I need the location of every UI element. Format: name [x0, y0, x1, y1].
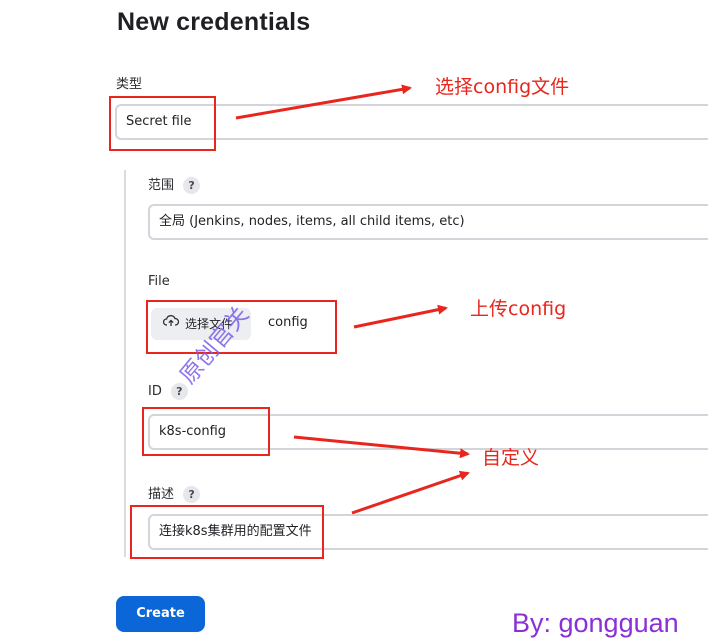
note-kind: 选择config文件 — [435, 76, 570, 98]
note-custom: 自定义 — [482, 447, 540, 469]
arrow-description — [351, 470, 470, 515]
note-upload: 上传config — [470, 298, 567, 320]
annotation-arrows — [235, 84, 470, 515]
arrow-kind — [235, 84, 412, 120]
arrow-id — [293, 435, 470, 459]
byline: By: gongguan — [512, 608, 679, 638]
arrow-file — [353, 304, 448, 329]
